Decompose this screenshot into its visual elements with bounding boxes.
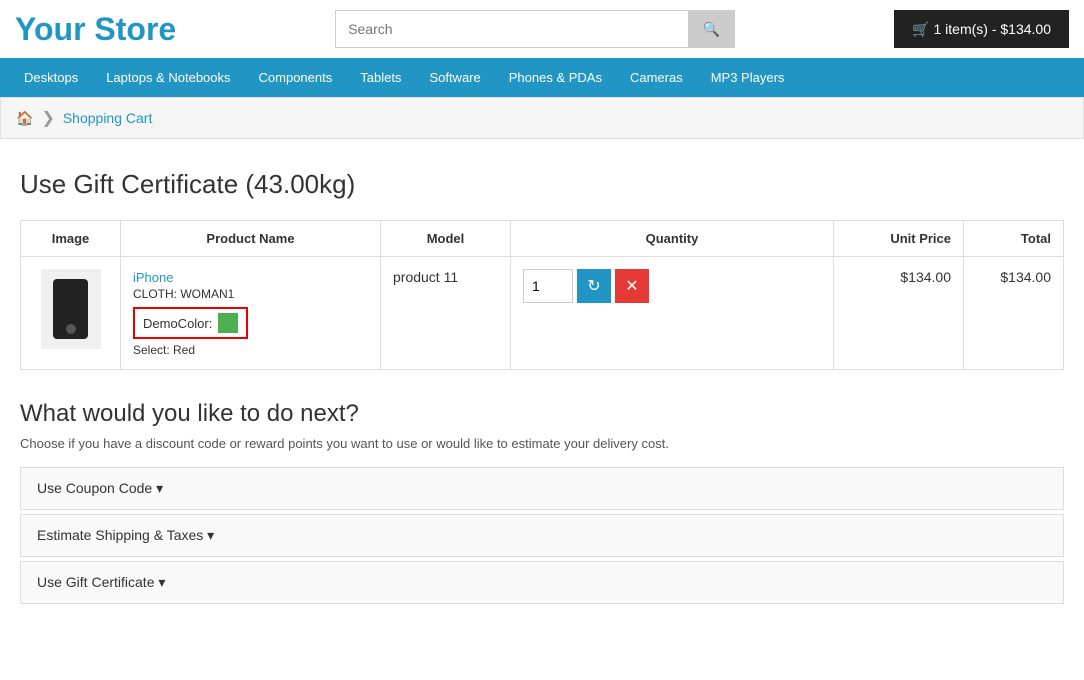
col-header-qty: Quantity	[511, 221, 834, 257]
store-title[interactable]: Your Store	[15, 11, 176, 48]
quantity-remove-button[interactable]: ✕	[615, 269, 649, 303]
nav-components[interactable]: Components	[245, 58, 347, 97]
shipping-label: Estimate Shipping & Taxes ▾	[37, 527, 214, 544]
table-row: iPhone CLOTH: WOMAN1 DemoColor: Select: …	[21, 257, 1064, 370]
main-content: Use Gift Certificate (43.00kg) Image Pro…	[0, 159, 1084, 628]
product-link[interactable]: iPhone	[133, 270, 173, 285]
quantity-refresh-button[interactable]: ↻	[577, 269, 611, 303]
product-image-cell	[21, 257, 121, 370]
coupon-code-accordion: Use Coupon Code ▾	[20, 467, 1064, 510]
shipping-header[interactable]: Estimate Shipping & Taxes ▾	[21, 515, 1063, 556]
what-next-title: What would you like to do next?	[20, 400, 1064, 428]
col-header-name: Product Name	[121, 221, 381, 257]
coupon-code-header[interactable]: Use Coupon Code ▾	[21, 468, 1063, 509]
nav-mp3[interactable]: MP3 Players	[697, 58, 799, 97]
home-icon[interactable]: 🏠	[16, 110, 33, 127]
nav-laptops[interactable]: Laptops & Notebooks	[92, 58, 244, 97]
col-header-total: Total	[964, 221, 1064, 257]
demo-color-label: DemoColor:	[143, 316, 212, 331]
product-image	[41, 269, 101, 349]
breadcrumb-separator: ❯	[41, 108, 54, 128]
search-area: 🔍	[335, 10, 735, 48]
product-model-cell: product 11	[381, 257, 511, 370]
total-cell: $134.00	[964, 257, 1064, 370]
page-title: Use Gift Certificate (43.00kg)	[20, 169, 1064, 200]
cart-table: Image Product Name Model Quantity Unit P…	[20, 220, 1064, 370]
phone-image-icon	[53, 279, 88, 339]
cart-icon: 🛒	[912, 21, 929, 37]
refresh-icon: ↻	[587, 276, 600, 296]
unit-price-cell: $134.00	[834, 257, 964, 370]
navbar: Desktops Laptops & Notebooks Components …	[0, 58, 1084, 97]
demo-color-box: DemoColor:	[133, 307, 248, 339]
cart-button[interactable]: 🛒 1 item(s) - $134.00	[894, 10, 1069, 48]
nav-desktops[interactable]: Desktops	[10, 58, 92, 97]
breadcrumb: 🏠 ❯ Shopping Cart	[0, 97, 1084, 139]
select-color-label: Select: Red	[133, 343, 368, 357]
col-header-model: Model	[381, 221, 511, 257]
what-next-description: Choose if you have a discount code or re…	[20, 436, 1064, 451]
nav-software[interactable]: Software	[415, 58, 494, 97]
quantity-input[interactable]	[523, 269, 573, 303]
gift-certificate-accordion: Use Gift Certificate ▾	[20, 561, 1064, 604]
col-header-price: Unit Price	[834, 221, 964, 257]
header: Your Store 🔍 🛒 1 item(s) - $134.00	[0, 0, 1084, 58]
product-name-cell: iPhone CLOTH: WOMAN1 DemoColor: Select: …	[121, 257, 381, 370]
search-icon: 🔍	[703, 21, 720, 37]
product-cloth: CLOTH: WOMAN1	[133, 287, 368, 301]
breadcrumb-current[interactable]: Shopping Cart	[63, 110, 153, 126]
nav-cameras[interactable]: Cameras	[616, 58, 697, 97]
quantity-area: ↻ ✕	[523, 269, 821, 303]
shipping-accordion: Estimate Shipping & Taxes ▾	[20, 514, 1064, 557]
gift-certificate-header[interactable]: Use Gift Certificate ▾	[21, 562, 1063, 603]
col-header-image: Image	[21, 221, 121, 257]
search-input[interactable]	[335, 10, 688, 48]
search-button[interactable]: 🔍	[688, 10, 735, 48]
nav-tablets[interactable]: Tablets	[346, 58, 415, 97]
quantity-cell: ↻ ✕	[511, 257, 834, 370]
color-swatch-green	[218, 313, 238, 333]
nav-phones[interactable]: Phones & PDAs	[495, 58, 616, 97]
coupon-code-label: Use Coupon Code ▾	[37, 480, 163, 497]
remove-icon: ✕	[625, 276, 638, 296]
gift-certificate-label: Use Gift Certificate ▾	[37, 574, 165, 591]
